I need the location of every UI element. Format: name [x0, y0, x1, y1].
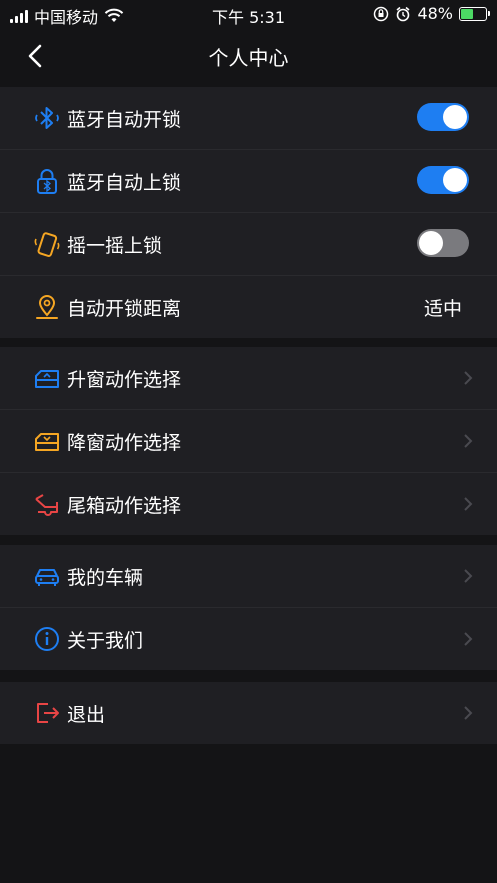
bluetooth-auto-lock-label: 蓝牙自动上锁 — [67, 172, 182, 194]
chevron-right-icon — [464, 434, 473, 448]
row-trunk-action[interactable]: 尾箱动作选择 — [0, 473, 497, 535]
lock-bluetooth-icon — [37, 169, 57, 194]
bluetooth-icon — [35, 107, 59, 129]
battery-icon — [459, 6, 490, 21]
chevron-right-icon — [464, 371, 473, 385]
page-title: 个人中心 — [208, 46, 289, 70]
info-group: 我的车辆 关于我们 — [0, 545, 497, 670]
bluetooth-auto-unlock-toggle[interactable] — [417, 103, 469, 131]
bluetooth-auto-lock-toggle[interactable] — [417, 166, 469, 194]
chevron-right-icon — [464, 706, 473, 720]
logout-label: 退出 — [67, 704, 106, 726]
row-about-us[interactable]: 关于我们 — [0, 608, 497, 670]
my-vehicle-label: 我的车辆 — [67, 567, 144, 589]
row-bluetooth-auto-unlock: 蓝牙自动开锁 — [0, 87, 497, 150]
window-up-action-label: 升窗动作选择 — [67, 369, 182, 391]
chevron-right-icon — [464, 569, 473, 583]
action-settings-group: 升窗动作选择 降窗动作选择 尾箱动作选择 — [0, 347, 497, 535]
shake-phone-icon — [34, 232, 60, 257]
row-shake-to-lock: 摇一摇上锁 — [0, 213, 497, 276]
status-right: 48% — [373, 4, 490, 23]
location-pin-icon — [36, 295, 58, 319]
row-window-down-action[interactable]: 降窗动作选择 — [0, 410, 497, 473]
about-us-label: 关于我们 — [67, 630, 144, 652]
row-auto-unlock-distance[interactable]: 自动开锁距离 适中 — [0, 276, 497, 338]
alarm-icon — [396, 6, 410, 21]
window-down-icon — [35, 433, 59, 451]
status-bar: 中国移动 下午 5:31 48% — [0, 0, 497, 28]
row-my-vehicle[interactable]: 我的车辆 — [0, 545, 497, 608]
car-icon — [35, 569, 59, 586]
window-down-action-label: 降窗动作选择 — [67, 432, 182, 454]
row-logout[interactable]: 退出 — [0, 682, 497, 744]
bluetooth-auto-unlock-label: 蓝牙自动开锁 — [67, 109, 182, 131]
info-icon — [35, 627, 59, 651]
trunk-icon — [35, 494, 58, 516]
orientation-lock-icon — [374, 6, 389, 21]
chevron-right-icon — [464, 497, 473, 511]
chevron-right-icon — [464, 632, 473, 646]
auto-unlock-distance-label: 自动开锁距离 — [67, 298, 182, 320]
row-bluetooth-auto-lock: 蓝牙自动上锁 — [0, 150, 497, 213]
logout-group: 退出 — [0, 682, 497, 744]
lock-settings-group: 蓝牙自动开锁 蓝牙自动上锁 摇一摇上锁 自动开锁距离 适中 — [0, 87, 497, 338]
window-up-icon — [35, 370, 59, 388]
navigation-bar: 个人中心 — [0, 28, 497, 84]
row-window-up-action[interactable]: 升窗动作选择 — [0, 347, 497, 410]
shake-to-lock-label: 摇一摇上锁 — [67, 235, 163, 257]
trunk-action-label: 尾箱动作选择 — [67, 495, 182, 517]
auto-unlock-distance-value: 适中 — [423, 298, 462, 320]
logout-icon — [37, 703, 59, 723]
shake-to-lock-toggle[interactable] — [417, 229, 469, 257]
battery-percent: 48% — [417, 4, 453, 23]
